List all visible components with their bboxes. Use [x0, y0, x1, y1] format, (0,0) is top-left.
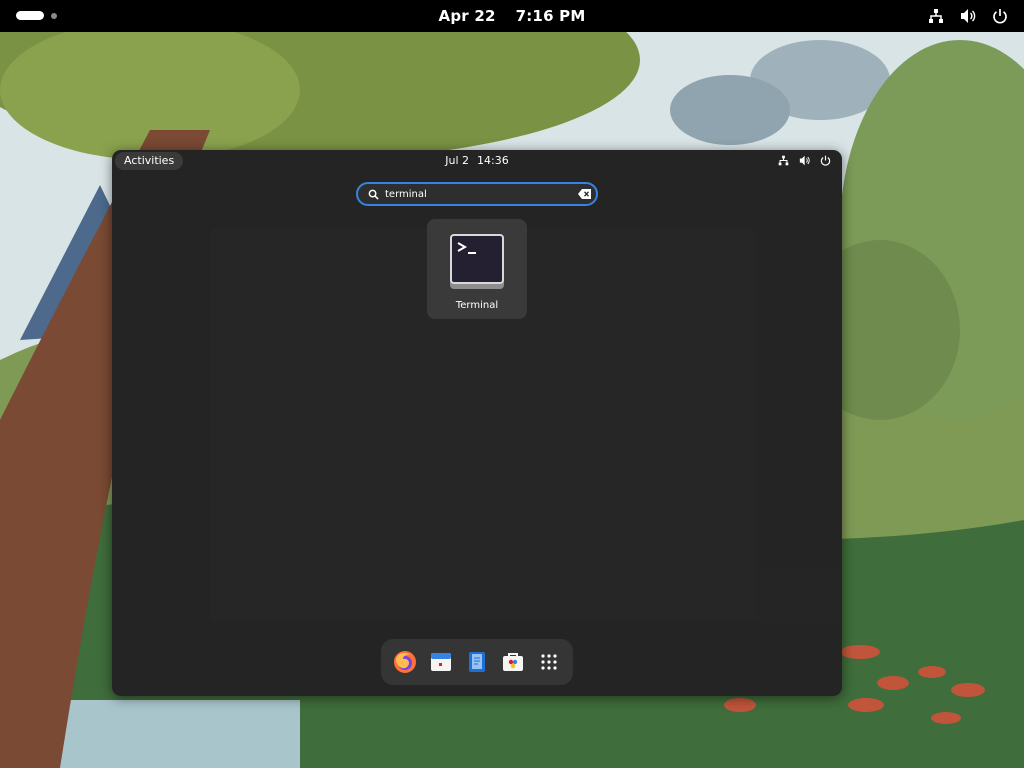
host-clock-time[interactable]: 7:16 PM: [516, 7, 586, 25]
inactive-workspace-dot[interactable]: [51, 12, 57, 19]
firefox-icon[interactable]: [392, 649, 418, 675]
terminal-icon: [449, 233, 505, 291]
calendar-icon[interactable]: [428, 649, 454, 675]
vm-clock: Jul 2 14:36: [112, 150, 842, 172]
software-icon[interactable]: [500, 649, 526, 675]
search-entry[interactable]: [356, 182, 598, 206]
vm-clock-date[interactable]: Jul 2: [445, 154, 469, 167]
volume-icon[interactable]: [958, 6, 978, 26]
network-icon[interactable]: [777, 154, 790, 167]
vm-top-bar: Activities Jul 2 14:36: [112, 150, 842, 172]
show-apps-icon[interactable]: [536, 649, 562, 675]
host-clock-date[interactable]: Apr 22: [439, 7, 496, 25]
network-icon[interactable]: [926, 6, 946, 26]
host-clock: Apr 22 7:16 PM: [0, 0, 1024, 32]
clear-search-icon[interactable]: [572, 189, 596, 199]
search-icon: [361, 189, 385, 200]
text-editor-icon[interactable]: [464, 649, 490, 675]
result-label: Terminal: [455, 300, 499, 311]
search-result-terminal[interactable]: Terminal: [427, 219, 527, 319]
power-icon[interactable]: [819, 154, 832, 167]
host-top-bar: Apr 22 7:16 PM: [0, 0, 1024, 32]
vm-system-tray[interactable]: [777, 154, 832, 167]
vm-clock-time[interactable]: 14:36: [477, 154, 509, 167]
workspace-preview-strip: [210, 570, 842, 622]
power-icon[interactable]: [990, 6, 1010, 26]
active-workspace-pill[interactable]: [16, 11, 44, 20]
workspace-indicator[interactable]: [16, 11, 57, 20]
host-system-tray[interactable]: [926, 6, 1010, 26]
search-input[interactable]: [385, 184, 572, 204]
volume-icon[interactable]: [798, 154, 811, 167]
activities-button[interactable]: Activities: [115, 152, 184, 170]
dash: [381, 639, 573, 685]
vm-display[interactable]: Activities Jul 2 14:36 terminal Terminal: [112, 150, 842, 696]
